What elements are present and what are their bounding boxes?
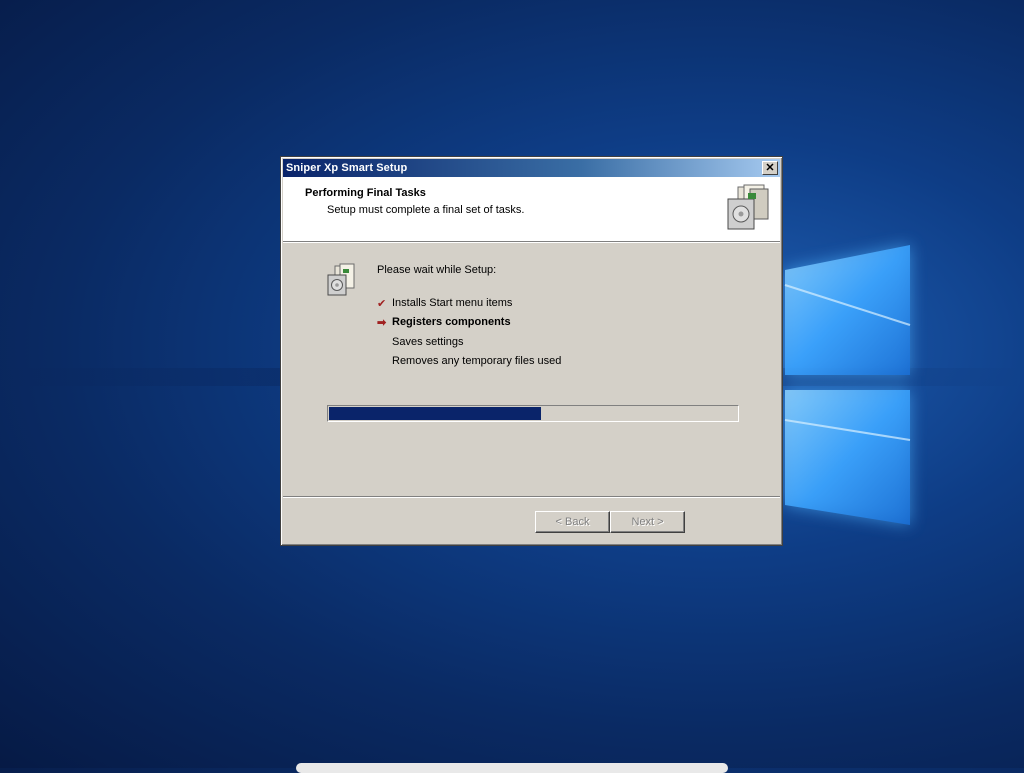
task-item: Removes any temporary files used xyxy=(377,354,561,368)
task-label: Removes any temporary files used xyxy=(392,355,562,367)
header-subtitle: Setup must complete a final set of tasks… xyxy=(327,204,525,216)
setup-box-icon xyxy=(727,184,769,230)
header-divider xyxy=(283,242,780,243)
arrow-right-icon: ➡ xyxy=(377,316,387,329)
checkmark-icon: ✔ xyxy=(377,297,387,310)
header-title: Performing Final Tasks xyxy=(305,187,426,199)
task-item-current: ➡ Registers components xyxy=(377,315,511,329)
task-item: ✔ Installs Start menu items xyxy=(377,296,512,310)
progress-fill xyxy=(329,407,541,420)
task-label: Saves settings xyxy=(392,336,464,348)
footer-separator xyxy=(283,496,780,498)
task-label: Registers components xyxy=(392,316,511,328)
next-button[interactable]: Next > xyxy=(610,511,685,533)
progress-bar xyxy=(327,405,739,422)
taskbar-edge xyxy=(296,763,728,773)
title-bar[interactable]: Sniper Xp Smart Setup ✕ xyxy=(283,159,780,177)
close-button[interactable]: ✕ xyxy=(762,161,778,175)
task-item: Saves settings xyxy=(377,335,464,349)
close-icon: ✕ xyxy=(765,161,775,174)
wizard-header: Performing Final Tasks Setup must comple… xyxy=(283,177,780,242)
setup-box-icon xyxy=(327,263,355,296)
back-button[interactable]: < Back xyxy=(535,511,610,533)
setup-dialog: Sniper Xp Smart Setup ✕ Performing Final… xyxy=(280,156,783,546)
wait-message: Please wait while Setup: xyxy=(377,264,497,276)
window-title: Sniper Xp Smart Setup xyxy=(286,162,408,174)
task-label: Installs Start menu items xyxy=(392,297,513,309)
